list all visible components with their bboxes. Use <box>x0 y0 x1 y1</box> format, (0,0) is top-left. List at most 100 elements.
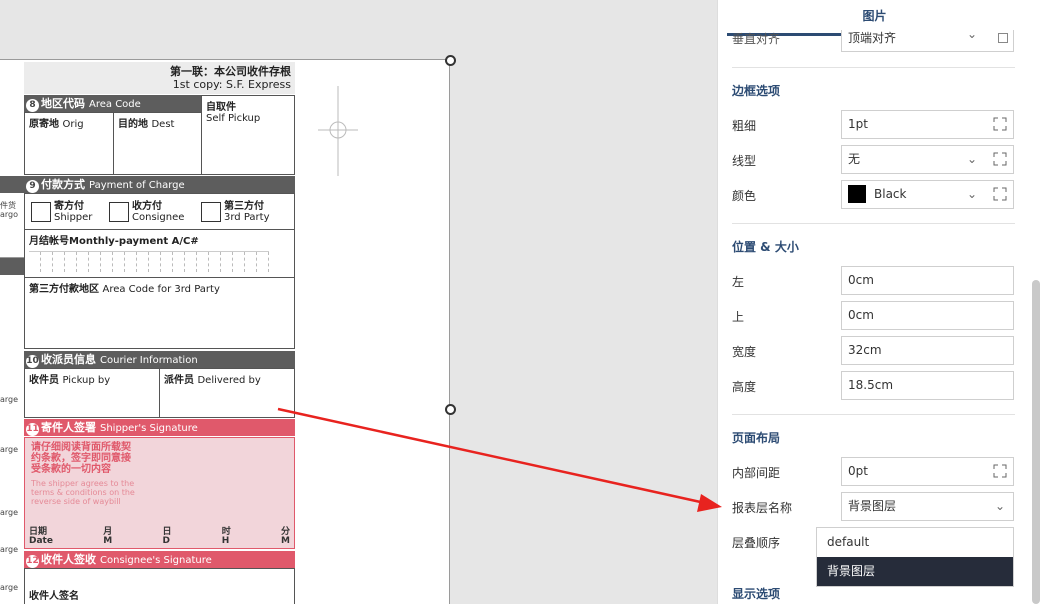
stack-order-label: 层叠顺序 <box>732 536 781 550</box>
waybill-background-image[interactable]: 第一联：本公司收件存根 1st copy: S.F. Express 8 地区代码… <box>0 62 296 604</box>
pickup-by-cell: 收件员 Pickup by <box>24 368 160 418</box>
origin-cn: 原寄地 <box>29 119 59 130</box>
dropdown-option-background-layer[interactable]: 背景图层 <box>817 557 1013 586</box>
panel-tab-image[interactable]: 图片 <box>717 0 1032 36</box>
resize-handle-top-right[interactable] <box>445 55 456 66</box>
hour-en: H <box>221 536 230 546</box>
terms-en-line: reverse side of waybill <box>31 497 121 506</box>
left-fragment-text: 件货 <box>0 201 16 210</box>
width-input[interactable]: 32cm <box>841 336 1014 365</box>
chevron-down-icon: ⌄ <box>966 27 977 41</box>
terms-cn-line: 请仔细阅读背面所载契 <box>31 442 131 453</box>
section-title-en: Payment of Charge <box>89 180 185 191</box>
waybill-header: 第一联：本公司收件存根 1st copy: S.F. Express <box>24 62 295 94</box>
section-area-code-bar: 8 地区代码 Area Code <box>24 95 201 112</box>
divider <box>732 223 1015 224</box>
section-title-cn: 收派员信息 <box>41 353 96 366</box>
resize-handle-right[interactable] <box>445 404 456 415</box>
terms-cn-line: 受条款的一切内容 <box>31 464 111 475</box>
height-input[interactable]: 18.5cm <box>841 371 1014 400</box>
consignee-en: Consignee <box>132 212 185 223</box>
panel-scrollbar[interactable] <box>1032 280 1040 604</box>
left-fragment-text: arge <box>0 583 19 592</box>
checkbox-shipper <box>31 202 51 222</box>
left-fragment-text: arge <box>0 508 19 517</box>
origin-cell: 原寄地 Orig <box>24 112 114 175</box>
section-number: 8 <box>26 99 39 112</box>
section-page-layout: 页面布局 <box>732 431 781 445</box>
expand-icon[interactable] <box>993 152 1007 166</box>
chevron-down-icon: ⌄ <box>966 187 977 201</box>
expand-icon[interactable] <box>993 464 1007 478</box>
section-consignee-signature-bar: 12 收件人签收 Consignee's Signature <box>24 551 295 568</box>
vertical-align-select[interactable]: 顶端对齐 ⌄ <box>841 27 1014 52</box>
line-type-select[interactable]: 无 ⌄ <box>841 145 1014 174</box>
origin-en: Orig <box>62 119 84 130</box>
account-digit-boxes <box>29 251 269 272</box>
third-party-cn: 第三方付 <box>224 201 264 212</box>
third-party-area-cell: 第三方付款地区 Area Code for 3rd Party <box>24 277 295 349</box>
width-value: 32cm <box>848 343 882 357</box>
width-label: 宽度 <box>732 345 757 359</box>
expand-icon[interactable] <box>993 187 1007 201</box>
date-time-row: 日期 Date 月M 日D 时H 分M <box>29 528 290 546</box>
consignee-cn: 收方付 <box>132 201 162 212</box>
destination-en: Dest <box>151 119 175 130</box>
expand-icon[interactable] <box>998 33 1008 43</box>
height-value: 18.5cm <box>848 378 894 392</box>
left-fragment-text: arge <box>0 445 19 454</box>
thickness-input[interactable]: 1pt <box>841 110 1014 139</box>
waybill-header-en: 1st copy: S.F. Express <box>172 78 291 91</box>
section-title-en: Courier Information <box>100 355 198 366</box>
color-value: Black <box>874 187 907 201</box>
color-swatch <box>848 184 866 203</box>
line-type-label: 线型 <box>732 154 757 168</box>
payment-shipper: 寄方付 Shipper <box>31 201 92 223</box>
left-fragment: 件货 argo <box>0 201 24 219</box>
consignee-sign-label: 收件人签名 <box>29 591 79 602</box>
pickup-by-cn: 收件员 <box>29 375 59 386</box>
left-fragment-bar <box>0 258 24 275</box>
stack-order-dropdown[interactable]: default 背景图层 <box>816 527 1014 587</box>
left-input[interactable]: 0cm <box>841 266 1014 295</box>
layer-name-select[interactable]: 背景图层 ⌄ <box>841 492 1014 521</box>
section-position-size: 位置 & 大小 <box>732 240 799 254</box>
left-label: 左 <box>732 275 745 289</box>
destination-cn: 目的地 <box>118 119 148 130</box>
delivered-by-cn: 派件员 <box>164 375 194 386</box>
delivered-by-en: Delivered by <box>197 375 261 386</box>
third-party-area-en: Area Code for 3rd Party <box>102 284 220 295</box>
chevron-down-icon: ⌄ <box>994 499 1005 513</box>
date-en: Date <box>29 536 53 546</box>
divider <box>732 67 1015 68</box>
panel-tab-label: 图片 <box>862 9 887 23</box>
destination-cell: 目的地 Dest <box>113 112 202 175</box>
expand-icon[interactable] <box>993 117 1007 131</box>
self-pickup-cn: 自取件 <box>206 102 236 113</box>
color-select[interactable]: Black ⌄ <box>841 180 1014 209</box>
top-input[interactable]: 0cm <box>841 301 1014 330</box>
layer-name-value: 背景图层 <box>848 499 897 513</box>
shipper-en: Shipper <box>54 212 93 223</box>
section-title-cn: 地区代码 <box>41 97 85 110</box>
section-title-en: Consignee's Signature <box>100 555 212 566</box>
report-canvas[interactable]: 第一联：本公司收件存根 1st copy: S.F. Express 8 地区代码… <box>0 0 717 604</box>
dropdown-option-default[interactable]: default <box>817 528 1013 557</box>
divider <box>732 414 1015 415</box>
shipper-cn: 寄方付 <box>54 201 84 212</box>
section-payment-bar: 9 付款方式 Payment of Charge <box>0 176 295 193</box>
section-title-en: Shipper's Signature <box>100 423 198 434</box>
delivered-by-cell: 派件员 Delivered by <box>159 368 295 418</box>
month-en: M <box>103 536 113 546</box>
section-number: 11 <box>26 423 39 436</box>
minute-en: M <box>280 536 290 546</box>
padding-input[interactable]: 0pt <box>841 457 1014 486</box>
padding-value: 0pt <box>848 464 868 478</box>
padding-label: 内部间距 <box>732 466 781 480</box>
section-title-cn: 付款方式 <box>41 178 85 191</box>
section-number: 9 <box>26 180 39 193</box>
left-fragment-text: arge <box>0 545 19 554</box>
section-border-options: 边框选项 <box>732 84 781 98</box>
chevron-down-icon: ⌄ <box>966 152 977 166</box>
pickup-by-en: Pickup by <box>62 375 111 386</box>
